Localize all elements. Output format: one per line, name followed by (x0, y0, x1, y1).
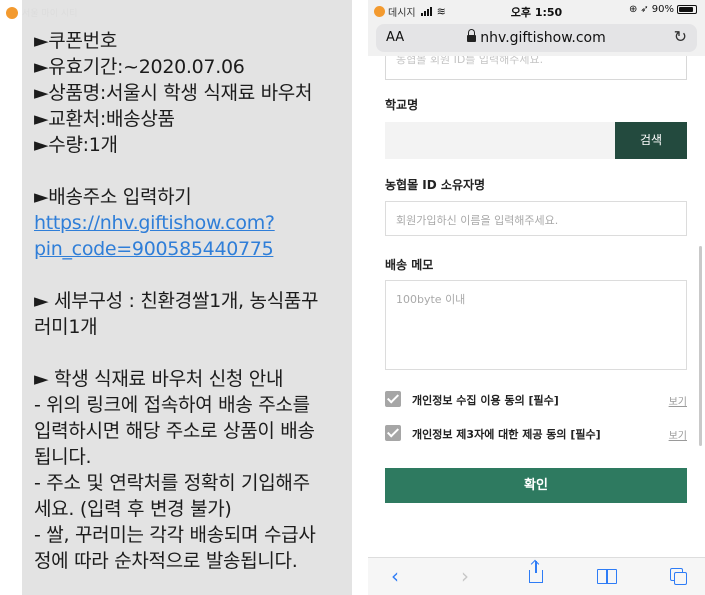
sms-panel: 서울 마이 시티 ►쿠폰번호 ►유효기간:~2020.07.06 ►상품명:서울… (0, 0, 368, 595)
page-content: 농협몰 회원 ID를 입력해주세요. 학교명 검색 농협몰 ID 소유자명 회원… (368, 56, 705, 557)
phone-screen: 데시지 ≋ 오후 1:50 ⊕ ➶ 90% AA nhv.giftishow.c… (368, 0, 705, 595)
privacy-collect-label: 개인정보 수집 이용 동의 [필수] (412, 394, 559, 407)
school-search-row: 검색 (385, 122, 687, 159)
coupon-number-line: ►쿠폰번호 (34, 30, 118, 52)
privacy-collect-view-link[interactable]: 보기 (669, 393, 687, 408)
school-search-button[interactable]: 검색 (615, 122, 687, 159)
battery-fill (679, 7, 694, 12)
exchange-place-line: ►교환처:배송상품 (34, 108, 175, 130)
location-icon: ➶ (640, 4, 649, 15)
member-id-field[interactable]: 농협몰 회원 ID를 입력해주세요. (385, 56, 687, 80)
delivery-memo-placeholder: 100byte 이내 (396, 293, 466, 306)
third-party-checkbox[interactable] (385, 425, 401, 441)
school-label: 학교명 (385, 98, 419, 112)
owner-name-label: 농협몰 ID 소유자명 (385, 178, 486, 192)
status-bar: 데시지 ≋ 오후 1:50 ⊕ ➶ 90% (368, 0, 705, 20)
address-bar[interactable]: AA nhv.giftishow.com ↻ (376, 24, 697, 52)
school-input[interactable] (385, 122, 615, 159)
reload-icon[interactable]: ↻ (674, 27, 687, 46)
delivery-memo-textarea[interactable]: 100byte 이내 (385, 280, 687, 370)
third-party-label: 개인정보 제3자에 대한 제공 동의 [필수] (412, 428, 601, 441)
member-id-placeholder: 농협몰 회원 ID를 입력해주세요. (396, 56, 544, 66)
lock-icon (467, 29, 477, 43)
owner-name-input[interactable]: 회원가입하신 이름을 입력해주세요. (385, 201, 687, 236)
coupon-link-part1[interactable]: https://nhv.giftishow.com? (34, 210, 340, 236)
valid-period-line: ►유효기간:~2020.07.06 (34, 56, 245, 78)
owner-name-placeholder: 회원가입하신 이름을 입력해주세요. (396, 214, 559, 227)
third-party-agree-row: 개인정보 제3자에 대한 제공 동의 [필수] 보기 (385, 425, 687, 443)
battery-percent: 90% (651, 4, 674, 15)
bookmarks-icon[interactable] (592, 564, 622, 588)
scrollbar[interactable] (699, 246, 702, 446)
sms-message-bubble: ►쿠폰번호 ►유효기간:~2020.07.06 ►상품명:서울시 학생 식재료 … (22, 0, 352, 595)
guide-line: - 주소 및 연락처를 정확히 기입해주 (34, 472, 310, 494)
voucher-guide-title: ► 학생 식재료 바우처 신청 안내 (34, 368, 284, 390)
watermark-text: 서울 마이 시티 (22, 9, 78, 19)
forward-icon[interactable]: › (450, 564, 480, 588)
safari-toolbar: ‹ › (368, 557, 705, 595)
watermark-logo-icon (6, 6, 18, 19)
privacy-collect-checkbox[interactable] (385, 391, 401, 407)
battery-icon (677, 5, 697, 14)
watermark: 서울 마이 시티 (6, 6, 77, 19)
confirm-button[interactable]: 확인 (385, 468, 687, 503)
url-text: nhv.giftishow.com (480, 30, 606, 46)
tabs-icon[interactable] (662, 564, 692, 588)
composition-line-cont: 러미1개 (34, 316, 98, 338)
third-party-view-link[interactable]: 보기 (669, 427, 687, 442)
guide-line: - 쌀, 꾸러미는 각각 배송되며 수급사 (34, 524, 316, 546)
guide-line: 세요. (입력 후 변경 불가) (34, 498, 232, 520)
quantity-line: ►수량:1개 (34, 134, 118, 156)
guide-line: 됩니다. (34, 446, 92, 468)
product-name-line: ►상품명:서울시 학생 식재료 바우처 (34, 82, 313, 104)
url-display[interactable]: nhv.giftishow.com (376, 29, 697, 46)
enter-address-line: ►배송주소 입력하기 (34, 186, 192, 208)
guide-line: - 위의 링크에 접속하여 배송 주소를 (34, 394, 310, 416)
guide-line: 입력하시면 해당 주소로 상품이 배송 (34, 420, 315, 442)
guide-line: 정에 따라 순차적으로 발송됩니다. (34, 550, 298, 572)
delivery-memo-label: 배송 메모 (385, 258, 434, 272)
share-icon[interactable] (521, 561, 551, 588)
coupon-link-part2[interactable]: pin_code=900585440775 (34, 236, 340, 262)
browser-address-area: AA nhv.giftishow.com ↻ (368, 20, 705, 56)
privacy-collect-agree-row: 개인정보 수집 이용 동의 [필수] 보기 (385, 391, 687, 409)
composition-line: ► 세부구성 : 친환경쌀1개, 농식품꾸 (34, 290, 319, 312)
back-icon[interactable]: ‹ (380, 564, 410, 588)
rotation-lock-icon: ⊕ (628, 4, 638, 15)
